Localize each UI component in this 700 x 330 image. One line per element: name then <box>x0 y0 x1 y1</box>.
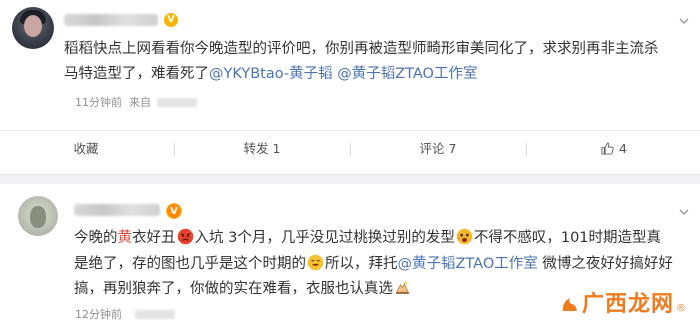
post-text-line: 今晚的黄衣好丑 入坑 3个月，几乎没见过桃换过别的发型 不得不感叹，101时期造… <box>74 226 661 251</box>
post-text: 微博之夜好好搞好好 <box>542 256 673 272</box>
divider <box>174 143 175 156</box>
avatar[interactable] <box>12 7 54 49</box>
username-redacted[interactable] <box>74 204 160 216</box>
post-meta: 12分钟前 <box>75 306 175 322</box>
source-redacted <box>135 310 175 319</box>
post-text-line: 搞，再别狼奔了，你做的实在难看，衣服也认真选 <box>74 277 412 302</box>
post-text-line: 稻稻快点上网看看你今晚造型的评价吧，你别再被造型师畸形审美同化了，求求别再非主流… <box>64 41 659 57</box>
post-text-line: 是绝了，存的图也几乎是这个时期的 所以，拜托@黄子韬ZTAO工作室 微博之夜好好… <box>74 252 673 277</box>
post-text: 衣好丑 <box>132 230 176 246</box>
angry-face-emoji <box>177 228 193 245</box>
post-meta: 11分钟前 来自 <box>75 94 197 110</box>
avatar[interactable] <box>18 196 58 236</box>
chevron-down-icon[interactable] <box>678 15 690 27</box>
like-button[interactable]: 4 <box>528 131 700 167</box>
avatar-figure <box>30 206 46 228</box>
comment-button[interactable]: 评论 7 <box>352 131 524 167</box>
watermark-logo-icon <box>562 298 577 311</box>
post-text-line: 马特造型了，难看死了@YKYBtao-黄子韬 @黄子韬ZTAO工作室 <box>64 62 477 87</box>
post-action-bar: 收藏 转发 1 评论 7 4 <box>0 130 700 166</box>
repost-button[interactable]: 转发 1 <box>176 131 348 167</box>
post-divider <box>0 174 700 184</box>
hand-pray-emoji <box>395 281 410 294</box>
mention-link[interactable]: @YKYBtao-黄子韬 <box>209 66 333 82</box>
weibo-post-1: V 稻稻快点上网看看你今晚造型的评价吧，你别再被造型师畸形审美同化了，求求别再非… <box>0 0 700 174</box>
post-text: 今晚的 <box>74 230 118 246</box>
divider <box>526 143 527 156</box>
divider <box>350 143 351 156</box>
smile-face-emoji <box>307 254 324 271</box>
source-redacted <box>157 98 197 107</box>
post-time[interactable]: 11分钟前 <box>75 96 122 109</box>
post-time[interactable]: 12分钟前 <box>75 308 122 321</box>
post-text: 不得不感叹，101时期造型真 <box>473 230 662 246</box>
username-redacted[interactable] <box>64 14 158 26</box>
surprised-face-emoji <box>456 228 473 245</box>
site-watermark: 广西龙网 ® <box>560 286 686 318</box>
post-text: 所以，拜托 <box>325 256 398 272</box>
chevron-down-icon[interactable] <box>678 206 690 218</box>
post-text: 马特造型了，难看死了 <box>64 66 209 82</box>
like-count: 4 <box>619 141 627 156</box>
vip-badge-icon: V <box>166 203 182 219</box>
source-label: 来自 <box>129 96 151 109</box>
mention-link[interactable]: @黄子韬ZTAO工作室 <box>398 256 538 272</box>
watermark-registered: ® <box>676 303 687 314</box>
highlight-text: 黄 <box>117 230 133 246</box>
favorite-button[interactable]: 收藏 <box>0 131 172 167</box>
avatar-face <box>24 15 42 37</box>
vip-badge-icon: V <box>164 13 178 27</box>
mention-link[interactable]: @黄子韬ZTAO工作室 <box>337 66 477 82</box>
post-text: 入坑 3个月，几乎没见过桃换过别的发型 <box>194 230 455 246</box>
thumbs-up-icon <box>601 142 614 155</box>
post-text: 是绝了，存的图也几乎是这个时期的 <box>74 256 306 272</box>
watermark-text: 广西龙网 <box>582 292 675 317</box>
post-text: 搞，再别狼奔了，你做的实在难看，衣服也认真选 <box>74 281 393 297</box>
